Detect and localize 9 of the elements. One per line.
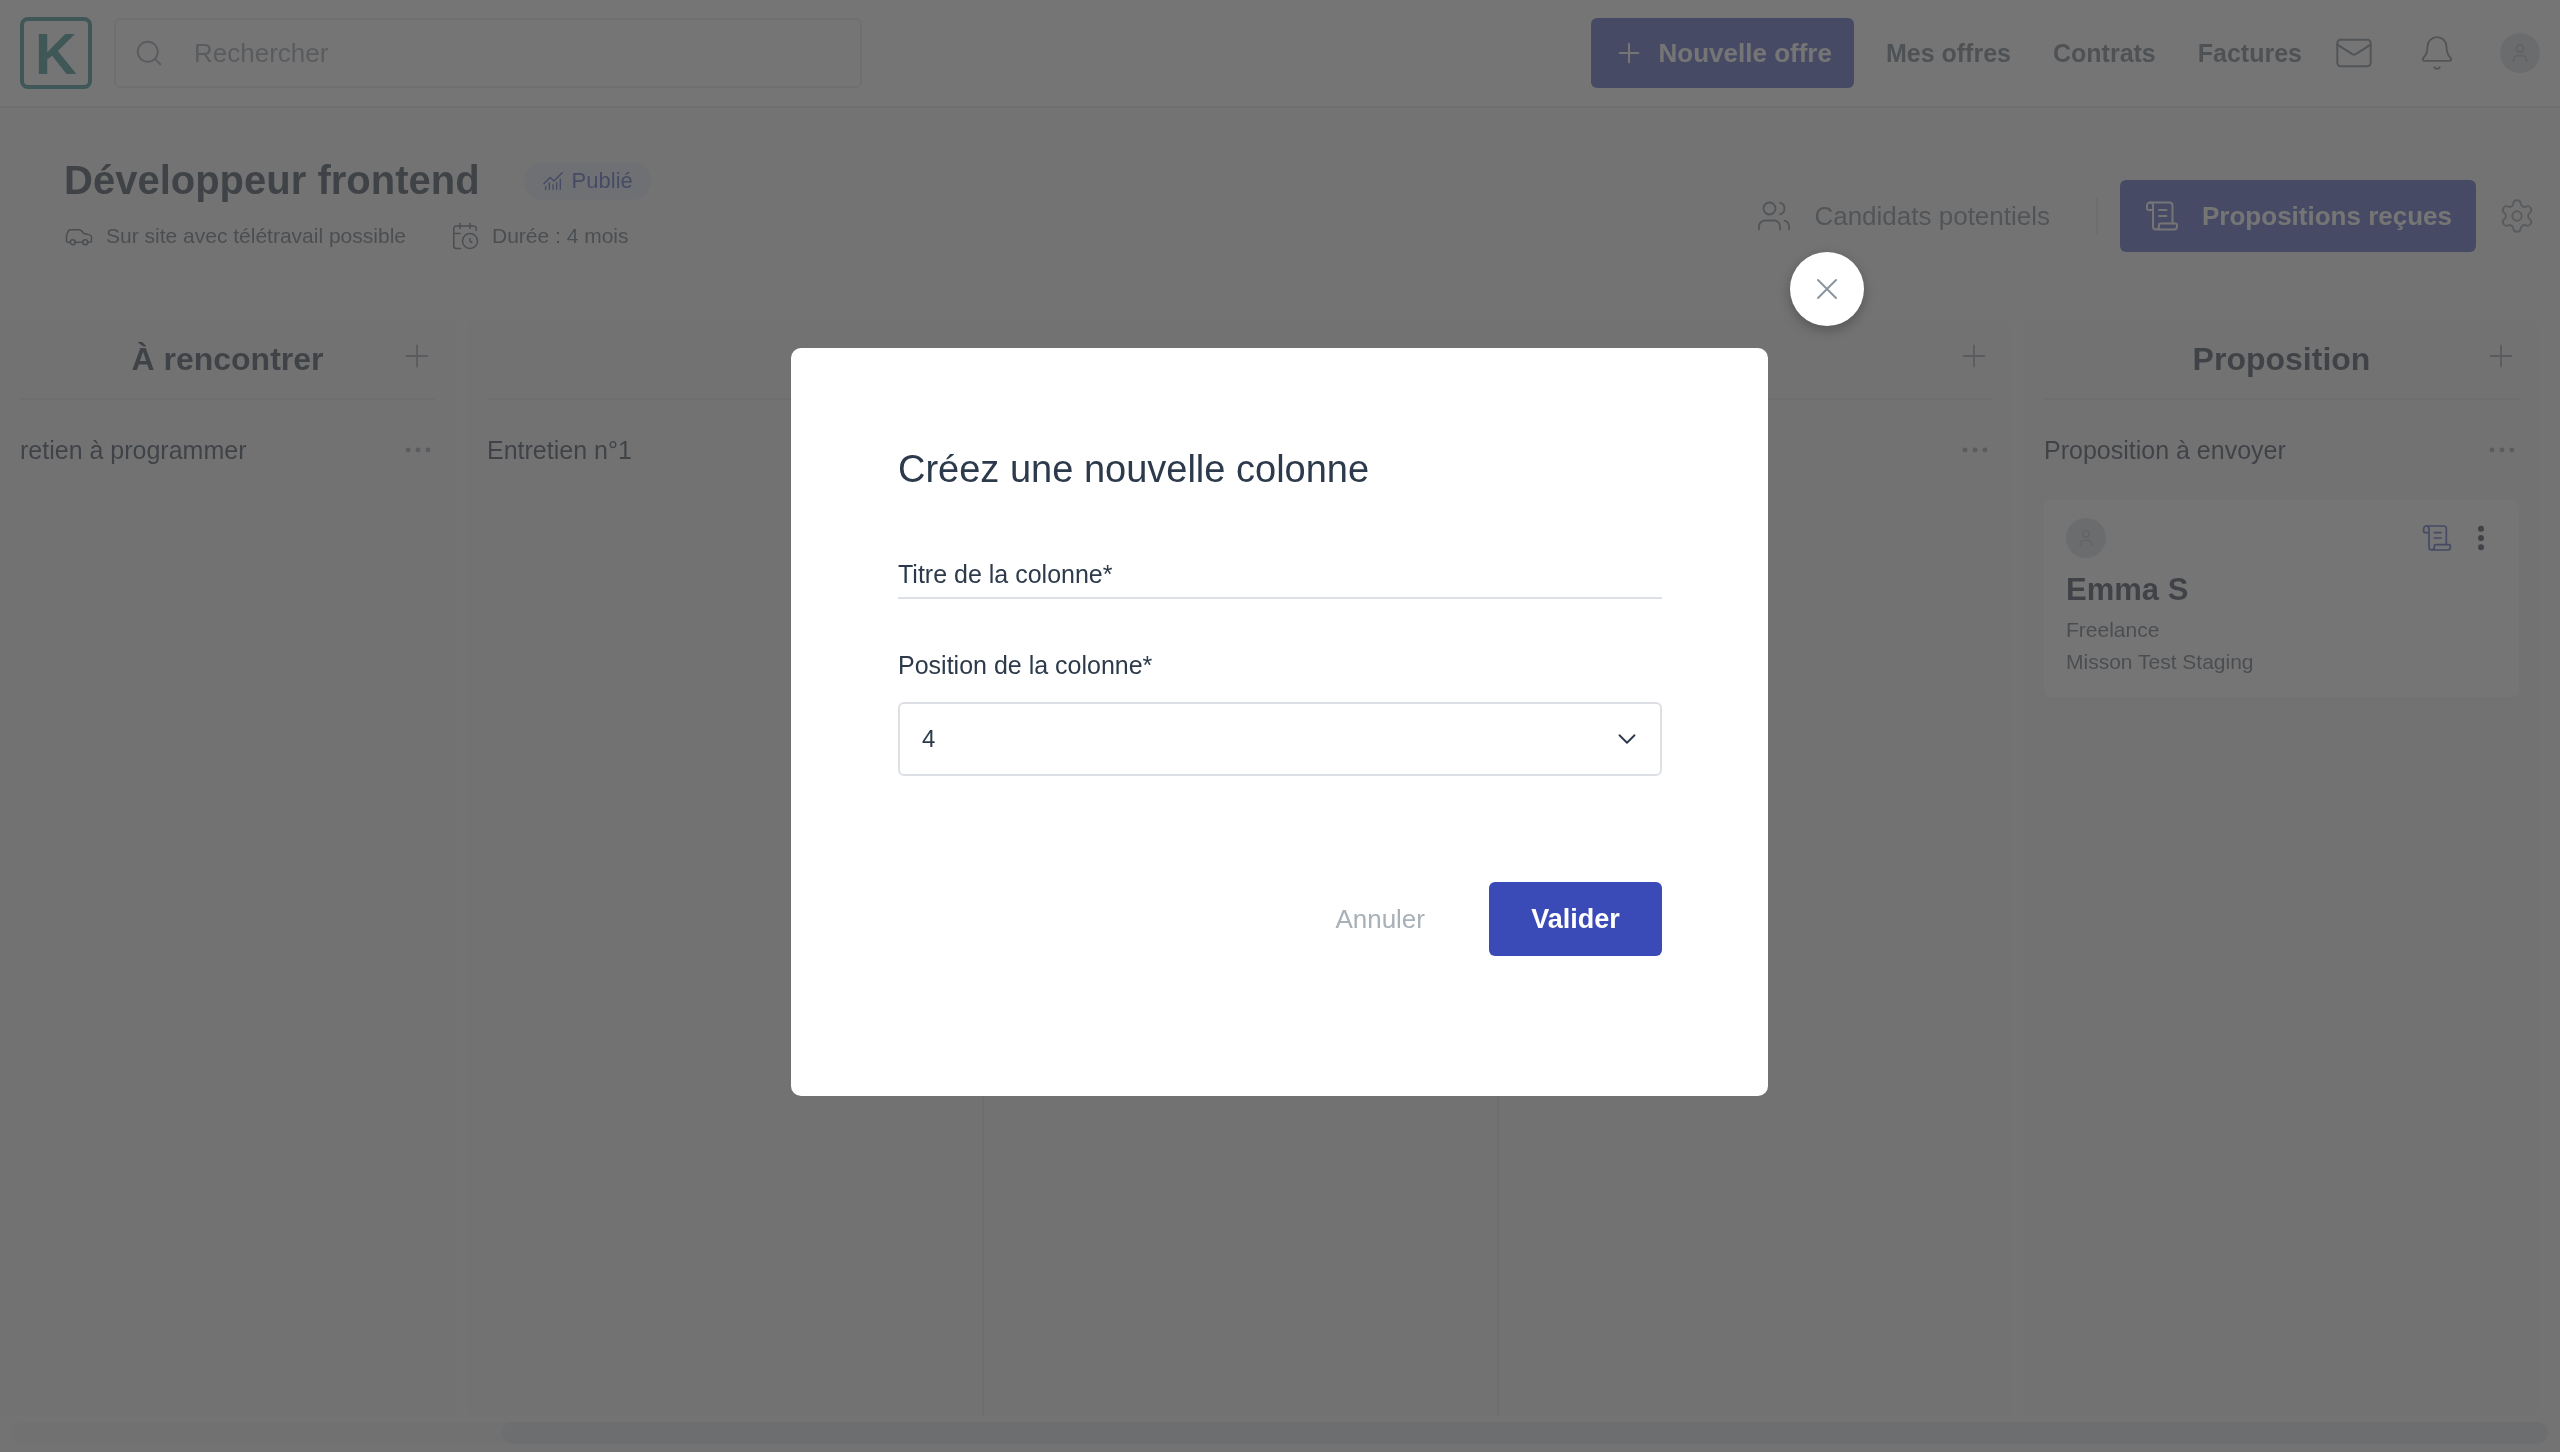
- column-title-field[interactable]: Titre de la colonne*: [898, 551, 1662, 599]
- submit-button[interactable]: Valider: [1489, 882, 1662, 956]
- document-icon[interactable]: [2421, 522, 2453, 554]
- position-select[interactable]: 4: [898, 702, 1662, 776]
- dialog-title: Créez une nouvelle colonne: [898, 448, 1371, 491]
- search-icon: [134, 38, 164, 68]
- field-label: Position de la colonne*: [898, 651, 1154, 680]
- cancel-button[interactable]: Annuler: [1335, 903, 1425, 935]
- calendar-icon: [450, 221, 480, 251]
